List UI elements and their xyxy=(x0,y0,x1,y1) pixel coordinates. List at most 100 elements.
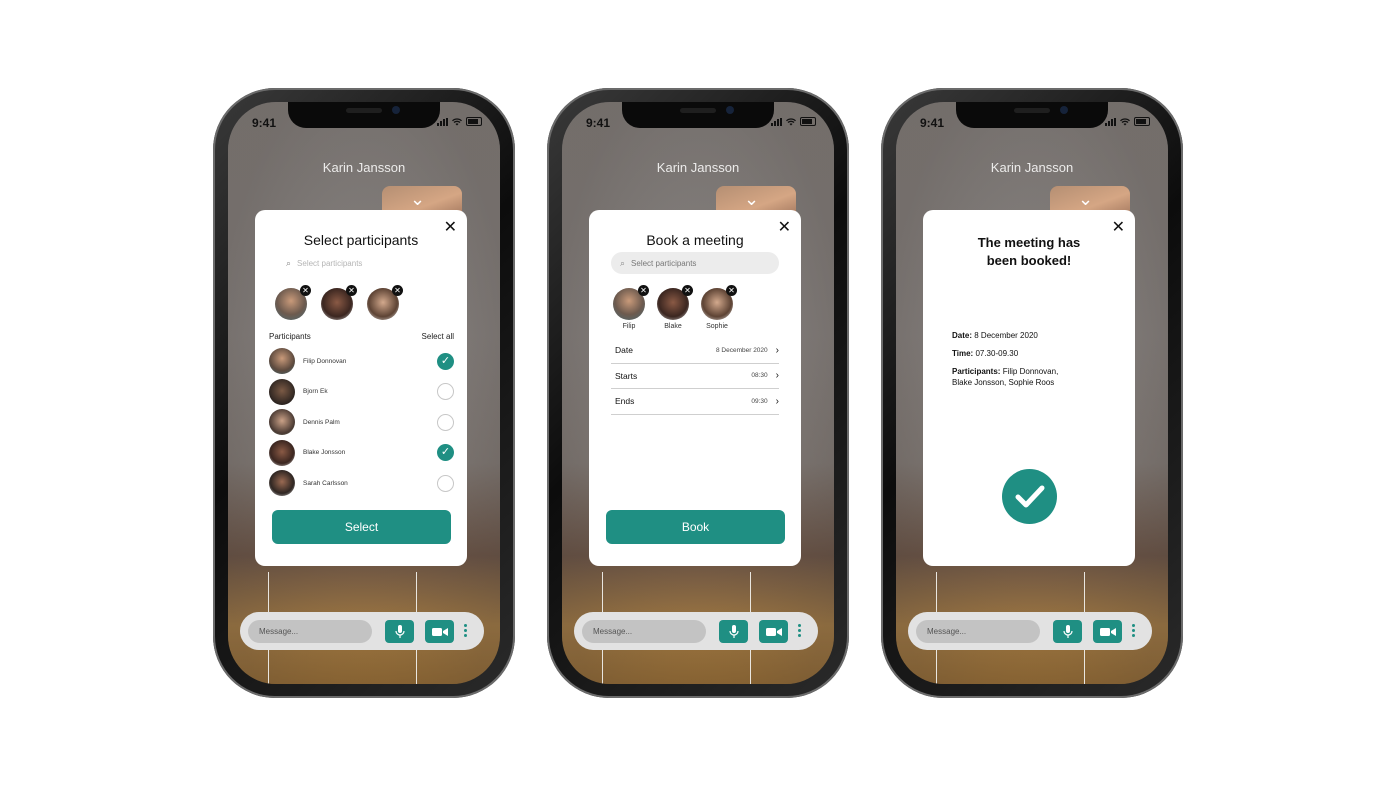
mic-icon xyxy=(728,624,739,638)
chevron-right-icon: › xyxy=(775,370,779,382)
chevron-down-icon[interactable]: ⌄ xyxy=(744,190,759,208)
participant-name: Dennis Palm xyxy=(303,418,340,426)
remove-icon[interactable]: ✕ xyxy=(300,285,311,296)
search-placeholder: Select participants xyxy=(297,258,363,268)
chevron-down-icon[interactable]: ⌄ xyxy=(410,190,425,208)
selected-chips: ✕ Filip ✕ Blake ✕ Sophie xyxy=(611,285,737,330)
mic-button[interactable] xyxy=(385,620,414,643)
caller-name: Karin Jansson xyxy=(990,160,1074,175)
status-icons xyxy=(437,117,482,126)
modal-title: Book a meeting xyxy=(646,232,744,248)
mic-icon xyxy=(1062,624,1073,638)
chevron-right-icon: › xyxy=(775,395,779,407)
video-button[interactable] xyxy=(759,620,788,643)
message-input[interactable]: Message... xyxy=(582,620,706,643)
notch xyxy=(622,102,774,128)
remove-icon[interactable]: ✕ xyxy=(638,285,649,296)
unchecked-circle-icon[interactable] xyxy=(437,413,454,431)
notch xyxy=(288,102,440,128)
status-icons xyxy=(771,117,816,126)
more-icon[interactable] xyxy=(1130,622,1136,639)
mic-button[interactable] xyxy=(1053,620,1082,643)
remove-icon[interactable]: ✕ xyxy=(346,285,357,296)
check-icon[interactable]: ✓ xyxy=(437,444,454,462)
participant-name: Filip Donnovan xyxy=(303,357,347,365)
chip-participant: ✕ xyxy=(319,285,357,320)
search-input[interactable]: ⌕ Select participants xyxy=(611,252,779,274)
field-value: 09:30 xyxy=(751,397,768,405)
date-field[interactable]: Date 8 December 2020 › xyxy=(611,338,779,364)
video-button[interactable] xyxy=(1093,620,1122,643)
chip-participant: ✕ xyxy=(365,285,403,320)
video-icon xyxy=(765,627,782,636)
mic-button[interactable] xyxy=(719,620,748,643)
more-icon[interactable] xyxy=(796,622,802,639)
chevron-right-icon: › xyxy=(775,344,779,356)
wifi-icon xyxy=(452,117,462,125)
notch xyxy=(956,102,1108,128)
field-label: Starts xyxy=(615,370,638,381)
caller-name: Karin Jansson xyxy=(656,160,740,175)
message-input[interactable]: Message... xyxy=(916,620,1040,643)
remove-icon[interactable]: ✕ xyxy=(392,285,403,296)
call-toolbar: Message... xyxy=(574,612,818,650)
remove-icon[interactable]: ✕ xyxy=(726,285,737,296)
book-button[interactable]: Book xyxy=(606,510,785,544)
field-value: 8 December 2020 xyxy=(715,346,768,354)
battery-icon xyxy=(1134,117,1150,126)
check-icon[interactable]: ✓ xyxy=(437,352,454,370)
date-line: Date: 8 December 2020 xyxy=(952,331,1038,340)
select-button[interactable]: Select xyxy=(272,510,451,544)
participant-row[interactable]: Sarah Carlsson xyxy=(269,468,454,499)
chip-name: Filip xyxy=(622,323,636,330)
mic-icon xyxy=(394,624,405,638)
field-label: Date xyxy=(615,345,633,356)
participant-name: Blake Jonsson xyxy=(303,449,346,457)
unchecked-circle-icon[interactable] xyxy=(437,474,454,492)
remove-icon[interactable]: ✕ xyxy=(682,285,693,296)
status-time: 9:41 xyxy=(586,116,611,130)
participant-row[interactable]: Dennis Palm xyxy=(269,407,454,438)
chip-participant: ✕ xyxy=(273,285,311,320)
participant-row[interactable]: Bjorn Ek xyxy=(269,377,454,408)
video-icon xyxy=(1099,627,1116,636)
participant-row[interactable]: Blake Jonsson ✓ xyxy=(269,438,454,469)
search-icon: ⌕ xyxy=(286,257,292,268)
signal-icon xyxy=(771,117,782,126)
wifi-icon xyxy=(1120,117,1130,125)
phone-meeting-booked: 9:41 Karin Jansson ⌄ ✕ The meeting has b… xyxy=(881,88,1183,698)
call-toolbar: Message... xyxy=(908,612,1152,650)
status-icons xyxy=(1105,117,1150,126)
participants-label: Participants xyxy=(269,332,311,341)
search-icon: ⌕ xyxy=(620,257,626,268)
unchecked-circle-icon[interactable] xyxy=(437,383,454,401)
ends-field[interactable]: Ends 09:30 › xyxy=(611,389,779,415)
participant-row[interactable]: Filip Donnovan ✓ xyxy=(269,346,454,377)
status-time: 9:41 xyxy=(920,116,945,130)
modal-title: Select participants xyxy=(303,232,419,248)
meeting-summary: Date: 8 December 2020 Time: 07.30-09.30 … xyxy=(952,330,1115,395)
phone-screen: 9:41 Karin Jansson ⌄ ✕ The meeting has b… xyxy=(896,102,1168,684)
meeting-fields: Date 8 December 2020 › Starts 08:30 › En… xyxy=(611,338,779,415)
starts-field[interactable]: Starts 08:30 › xyxy=(611,364,779,389)
success-check-icon xyxy=(1002,469,1057,524)
meeting-booked-modal: ✕ The meeting has been booked! Date: 8 D… xyxy=(923,210,1135,566)
participant-name: Sarah Carlsson xyxy=(303,479,348,487)
phone-screen: 9:41 Karin Jansson ⌄ ✕ Select participan… xyxy=(228,102,500,684)
phone-select-participants: 9:41 Karin Jansson ⌄ ✕ Select participan… xyxy=(213,88,515,698)
avatar xyxy=(269,409,295,436)
chevron-down-icon[interactable]: ⌄ xyxy=(1078,190,1093,208)
phone-book-meeting: 9:41 Karin Jansson ⌄ ✕ Book a meeting ⌕ … xyxy=(547,88,849,698)
participants-header: Participants Select all xyxy=(269,332,454,341)
more-icon[interactable] xyxy=(462,622,468,639)
search-input[interactable]: ⌕ Select participants xyxy=(277,252,445,274)
battery-icon xyxy=(466,117,482,126)
avatar xyxy=(269,439,295,466)
book-meeting-modal: ✕ Book a meeting ⌕ Select participants ✕… xyxy=(589,210,801,566)
chip-participant: ✕ Blake xyxy=(655,285,693,330)
video-button[interactable] xyxy=(425,620,454,643)
message-input[interactable]: Message... xyxy=(248,620,372,643)
chip-participant: ✕ Filip xyxy=(611,285,649,330)
select-all-link[interactable]: Select all xyxy=(422,332,454,341)
avatar xyxy=(269,470,295,497)
